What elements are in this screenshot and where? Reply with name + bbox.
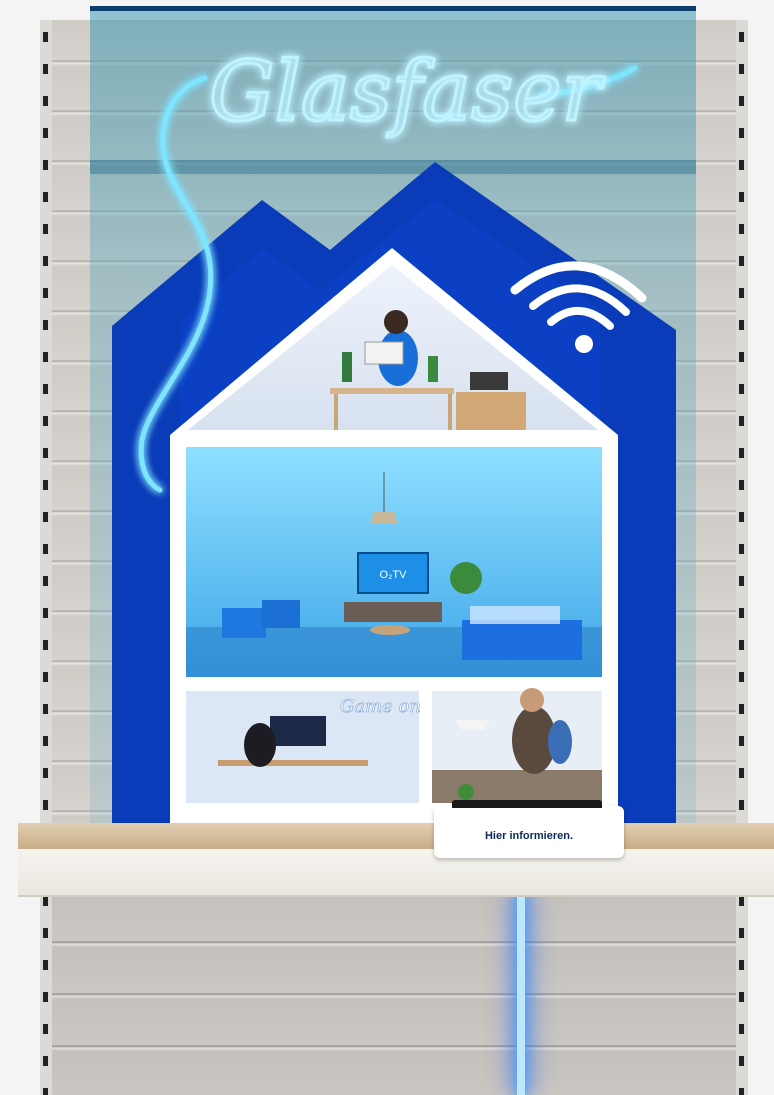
wall-board bbox=[364, 341, 404, 365]
neon-sign-glasfaser: Glasfaser bbox=[209, 45, 606, 140]
card-tab bbox=[452, 800, 602, 808]
vegetables bbox=[458, 784, 474, 800]
floor-plant bbox=[450, 562, 482, 594]
armchair bbox=[222, 608, 266, 638]
tv-logo: O₂TV bbox=[380, 569, 408, 581]
sofa bbox=[462, 620, 582, 660]
store-display: O₂TV Game on Glasfaser Hier informieren. bbox=[0, 0, 774, 1095]
child bbox=[548, 720, 572, 764]
shelf-front bbox=[18, 849, 774, 897]
tv-cabinet bbox=[344, 602, 442, 622]
kitchen-lamp bbox=[456, 720, 490, 730]
coffee-table bbox=[370, 625, 410, 635]
desk bbox=[330, 388, 454, 394]
game-sign: Game on bbox=[340, 696, 421, 717]
pendant-lamp bbox=[370, 512, 398, 524]
printer bbox=[470, 372, 508, 390]
gamer bbox=[244, 723, 276, 767]
info-button-label: Hier informieren. bbox=[484, 830, 574, 842]
info-touch-button[interactable]: Hier informieren. bbox=[434, 800, 624, 858]
monitor bbox=[270, 716, 326, 746]
shelf-top bbox=[18, 823, 774, 849]
gaming-desk bbox=[218, 760, 368, 766]
cabinet bbox=[456, 392, 526, 430]
plant bbox=[342, 352, 352, 382]
house-display: O₂TV Game on Glasfaser bbox=[112, 44, 676, 828]
